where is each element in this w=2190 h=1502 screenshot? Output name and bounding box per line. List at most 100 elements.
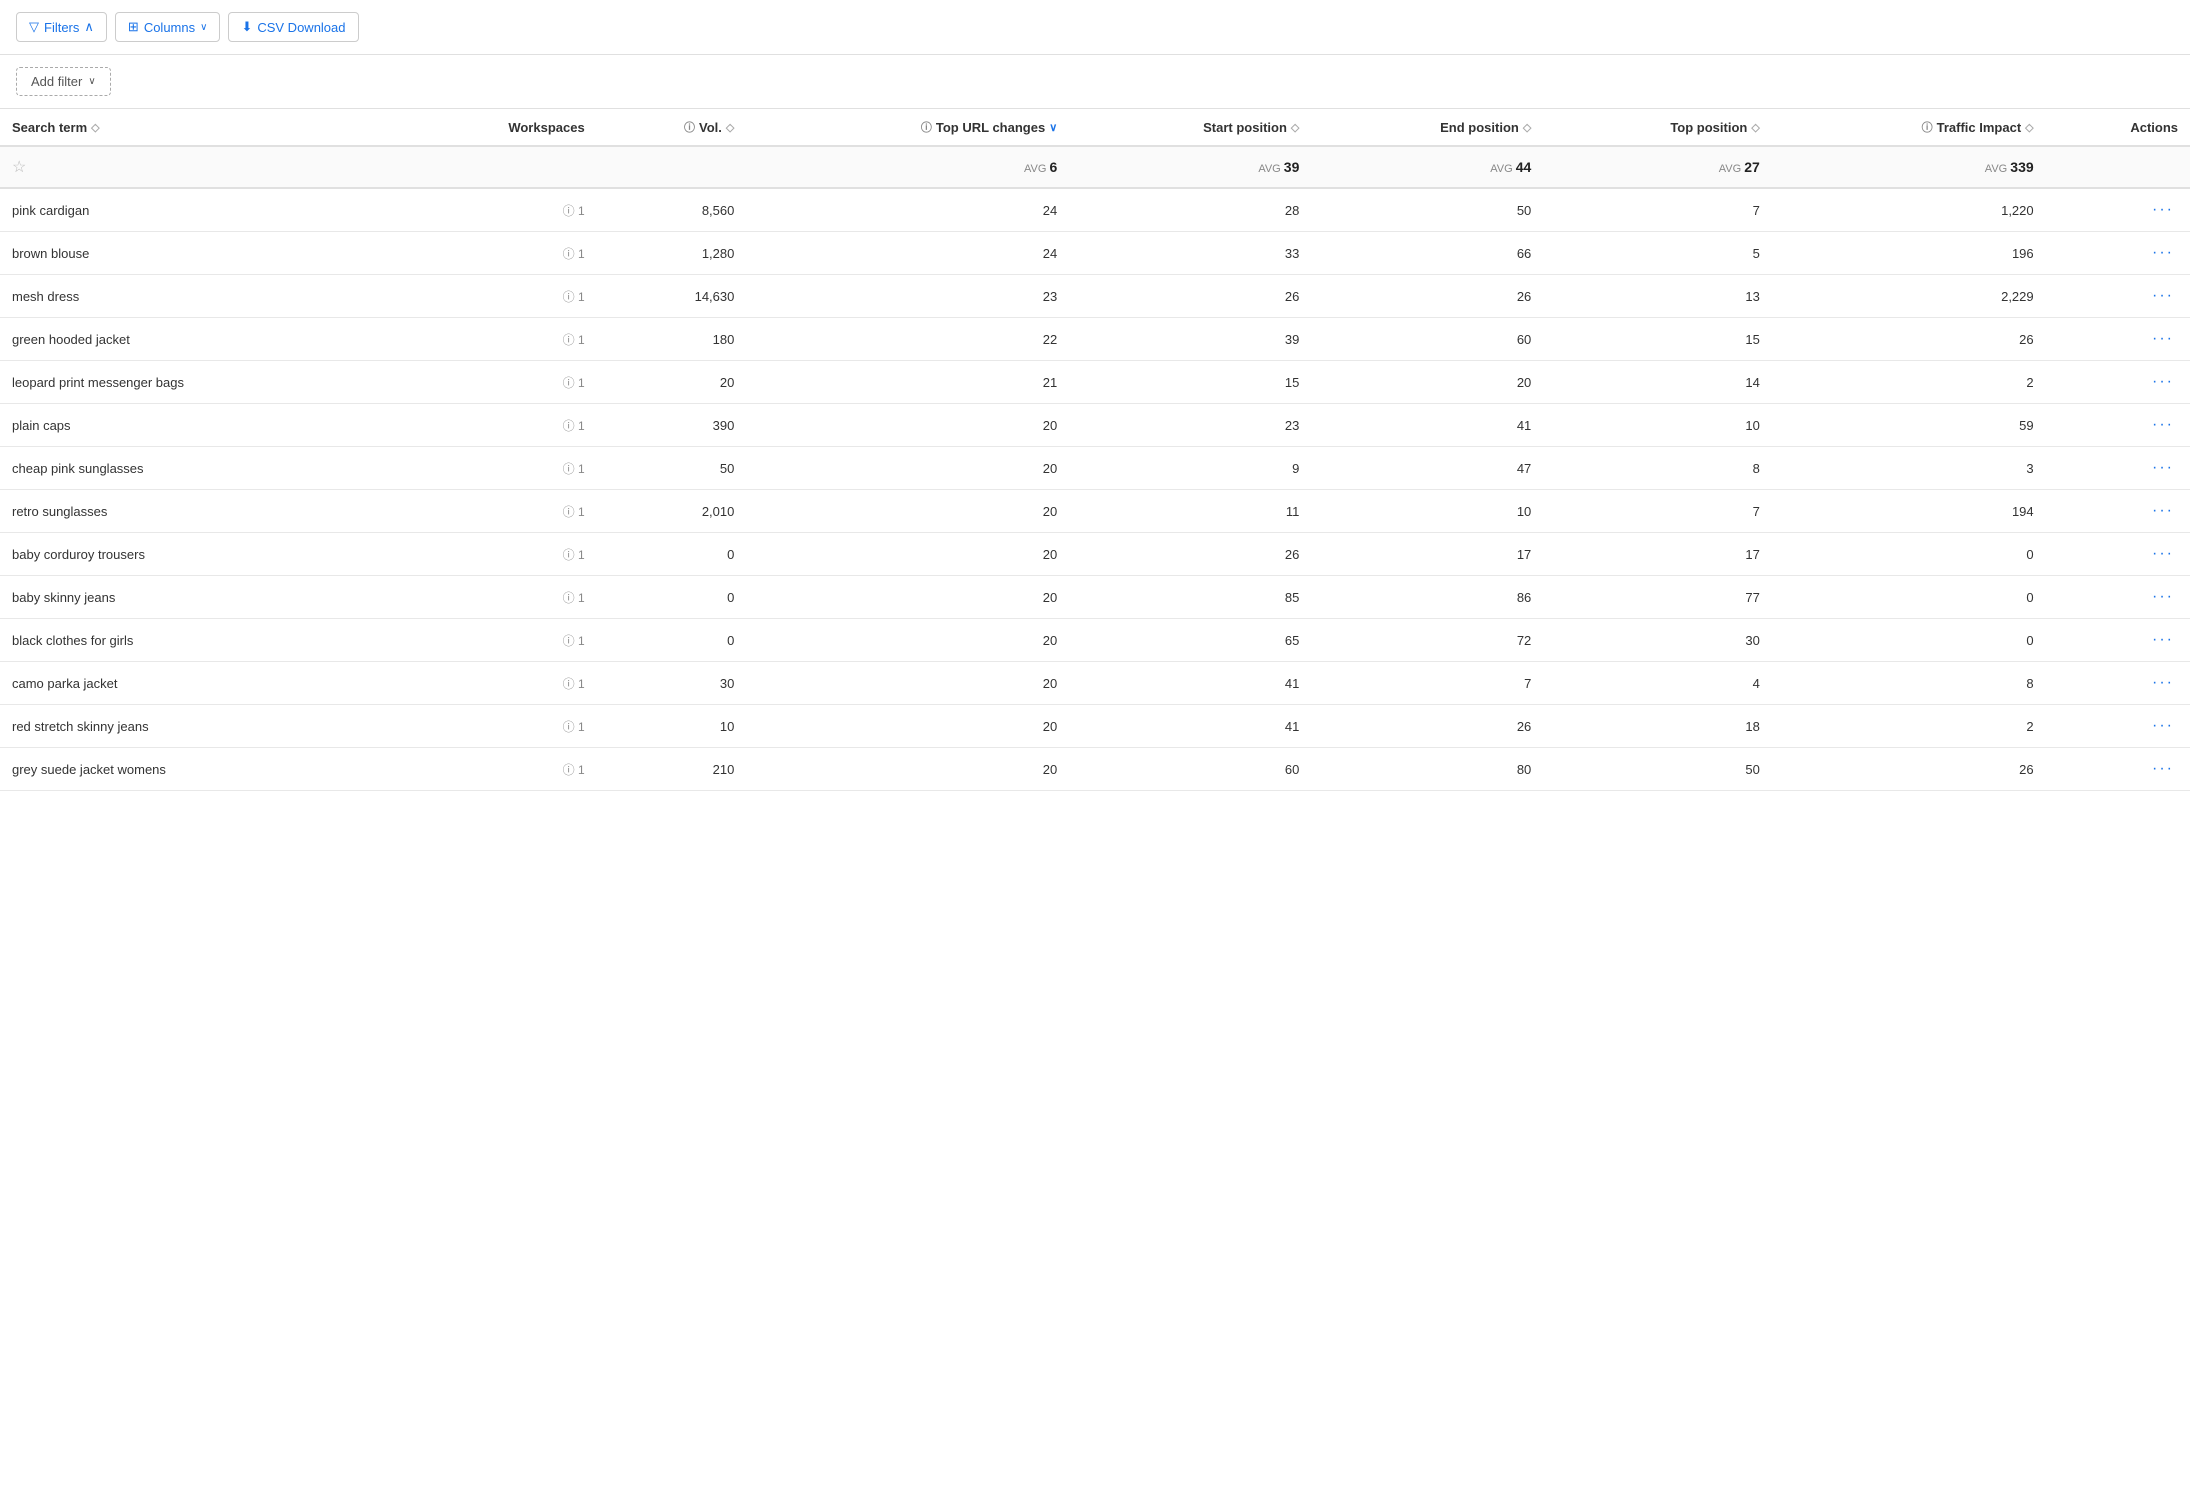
actions-menu-button[interactable]: ··· bbox=[2148, 586, 2178, 608]
cell-end-pos: 47 bbox=[1311, 447, 1543, 490]
info-vol-icon: ⓘ bbox=[684, 119, 695, 135]
cell-start-pos: 26 bbox=[1069, 533, 1311, 576]
add-filter-chevron-icon: ∨ bbox=[88, 76, 95, 87]
cell-vol: 180 bbox=[597, 318, 747, 361]
cell-vol: 0 bbox=[597, 576, 747, 619]
table-row: plain capsⓘ 13902023411059··· bbox=[0, 404, 2190, 447]
cell-top-pos: 10 bbox=[1543, 404, 1772, 447]
col-vol[interactable]: ⓘ Vol. ◇ bbox=[597, 109, 747, 146]
avg-top-cell: AVG 27 bbox=[1543, 146, 1772, 188]
cell-actions[interactable]: ··· bbox=[2046, 533, 2190, 576]
cell-actions[interactable]: ··· bbox=[2046, 318, 2190, 361]
cell-url-changes: 20 bbox=[746, 748, 1069, 791]
actions-menu-button[interactable]: ··· bbox=[2148, 543, 2178, 565]
cell-actions[interactable]: ··· bbox=[2046, 232, 2190, 275]
cell-url-changes: 20 bbox=[746, 576, 1069, 619]
add-filter-button[interactable]: Add filter ∨ bbox=[16, 67, 111, 96]
avg-end-cell: AVG 44 bbox=[1311, 146, 1543, 188]
col-search-term[interactable]: Search term ◇ bbox=[0, 109, 395, 146]
cell-actions[interactable]: ··· bbox=[2046, 188, 2190, 232]
cell-end-pos: 10 bbox=[1311, 490, 1543, 533]
actions-menu-button[interactable]: ··· bbox=[2148, 285, 2178, 307]
cell-actions[interactable]: ··· bbox=[2046, 662, 2190, 705]
cell-workspaces: ⓘ 1 bbox=[395, 619, 597, 662]
cell-search-term: baby corduroy trousers bbox=[0, 533, 395, 576]
csv-download-button[interactable]: ⬇ CSV Download bbox=[228, 12, 358, 42]
cell-actions[interactable]: ··· bbox=[2046, 748, 2190, 791]
col-start-pos-label: Start position bbox=[1203, 120, 1287, 135]
star-icon: ☆ bbox=[12, 159, 26, 176]
cell-end-pos: 80 bbox=[1311, 748, 1543, 791]
cell-actions[interactable]: ··· bbox=[2046, 619, 2190, 662]
cell-traffic: 26 bbox=[1772, 748, 2046, 791]
table-row: grey suede jacket womensⓘ 12102060805026… bbox=[0, 748, 2190, 791]
col-end-position[interactable]: End position ◇ bbox=[1311, 109, 1543, 146]
cell-vol: 2,010 bbox=[597, 490, 747, 533]
cell-vol: 8,560 bbox=[597, 188, 747, 232]
sort-search-term-icon: ◇ bbox=[91, 121, 99, 134]
actions-menu-button[interactable]: ··· bbox=[2148, 715, 2178, 737]
cell-start-pos: 28 bbox=[1069, 188, 1311, 232]
cell-traffic: 59 bbox=[1772, 404, 2046, 447]
cell-vol: 0 bbox=[597, 619, 747, 662]
cell-traffic: 26 bbox=[1772, 318, 2046, 361]
cell-actions[interactable]: ··· bbox=[2046, 275, 2190, 318]
actions-menu-button[interactable]: ··· bbox=[2148, 328, 2178, 350]
download-icon: ⬇ bbox=[241, 19, 252, 35]
actions-menu-button[interactable]: ··· bbox=[2148, 199, 2178, 221]
sort-start-icon: ◇ bbox=[1291, 121, 1299, 134]
actions-menu-button[interactable]: ··· bbox=[2148, 629, 2178, 651]
cell-vol: 390 bbox=[597, 404, 747, 447]
cell-search-term: cheap pink sunglasses bbox=[0, 447, 395, 490]
table-row: green hooded jacketⓘ 11802239601526··· bbox=[0, 318, 2190, 361]
cell-actions[interactable]: ··· bbox=[2046, 490, 2190, 533]
cell-top-pos: 15 bbox=[1543, 318, 1772, 361]
columns-button[interactable]: ⊞ Columns ∨ bbox=[115, 12, 221, 42]
cell-top-pos: 8 bbox=[1543, 447, 1772, 490]
cell-url-changes: 20 bbox=[746, 490, 1069, 533]
cell-actions[interactable]: ··· bbox=[2046, 576, 2190, 619]
cell-top-pos: 30 bbox=[1543, 619, 1772, 662]
col-start-position[interactable]: Start position ◇ bbox=[1069, 109, 1311, 146]
table-row: brown blouseⓘ 11,2802433665196··· bbox=[0, 232, 2190, 275]
cell-search-term: plain caps bbox=[0, 404, 395, 447]
table-row: black clothes for girlsⓘ 10206572300··· bbox=[0, 619, 2190, 662]
cell-traffic: 3 bbox=[1772, 447, 2046, 490]
actions-menu-button[interactable]: ··· bbox=[2148, 457, 2178, 479]
cell-actions[interactable]: ··· bbox=[2046, 361, 2190, 404]
actions-menu-button[interactable]: ··· bbox=[2148, 672, 2178, 694]
actions-menu-button[interactable]: ··· bbox=[2148, 242, 2178, 264]
cell-traffic: 1,220 bbox=[1772, 188, 2046, 232]
table-row: retro sunglassesⓘ 12,0102011107194··· bbox=[0, 490, 2190, 533]
actions-menu-button[interactable]: ··· bbox=[2148, 371, 2178, 393]
actions-menu-button[interactable]: ··· bbox=[2148, 758, 2178, 780]
table-header-row: Search term ◇ Workspaces ⓘ Vol. ◇ bbox=[0, 109, 2190, 146]
cell-top-pos: 4 bbox=[1543, 662, 1772, 705]
actions-menu-button[interactable]: ··· bbox=[2148, 414, 2178, 436]
cell-url-changes: 23 bbox=[746, 275, 1069, 318]
cell-workspaces: ⓘ 1 bbox=[395, 404, 597, 447]
cell-actions[interactable]: ··· bbox=[2046, 447, 2190, 490]
cell-workspaces: ⓘ 1 bbox=[395, 275, 597, 318]
cell-traffic: 194 bbox=[1772, 490, 2046, 533]
cell-vol: 1,280 bbox=[597, 232, 747, 275]
cell-workspaces: ⓘ 1 bbox=[395, 748, 597, 791]
cell-workspaces: ⓘ 1 bbox=[395, 232, 597, 275]
avg-traffic-cell: AVG 339 bbox=[1772, 146, 2046, 188]
col-top-url-changes[interactable]: ⓘ Top URL changes ∨ bbox=[746, 109, 1069, 146]
cell-actions[interactable]: ··· bbox=[2046, 404, 2190, 447]
col-workspaces[interactable]: Workspaces bbox=[395, 109, 597, 146]
col-search-term-label: Search term bbox=[12, 120, 87, 135]
avg-start-cell: AVG 39 bbox=[1069, 146, 1311, 188]
cell-actions[interactable]: ··· bbox=[2046, 705, 2190, 748]
cell-traffic: 2 bbox=[1772, 361, 2046, 404]
col-top-position[interactable]: Top position ◇ bbox=[1543, 109, 1772, 146]
cell-start-pos: 23 bbox=[1069, 404, 1311, 447]
cell-end-pos: 26 bbox=[1311, 275, 1543, 318]
cell-traffic: 0 bbox=[1772, 533, 2046, 576]
filters-button[interactable]: ▽ Filters ∧ bbox=[16, 12, 107, 42]
cell-top-pos: 50 bbox=[1543, 748, 1772, 791]
cell-top-pos: 13 bbox=[1543, 275, 1772, 318]
col-traffic-impact[interactable]: ⓘ Traffic Impact ◇ bbox=[1772, 109, 2046, 146]
actions-menu-button[interactable]: ··· bbox=[2148, 500, 2178, 522]
